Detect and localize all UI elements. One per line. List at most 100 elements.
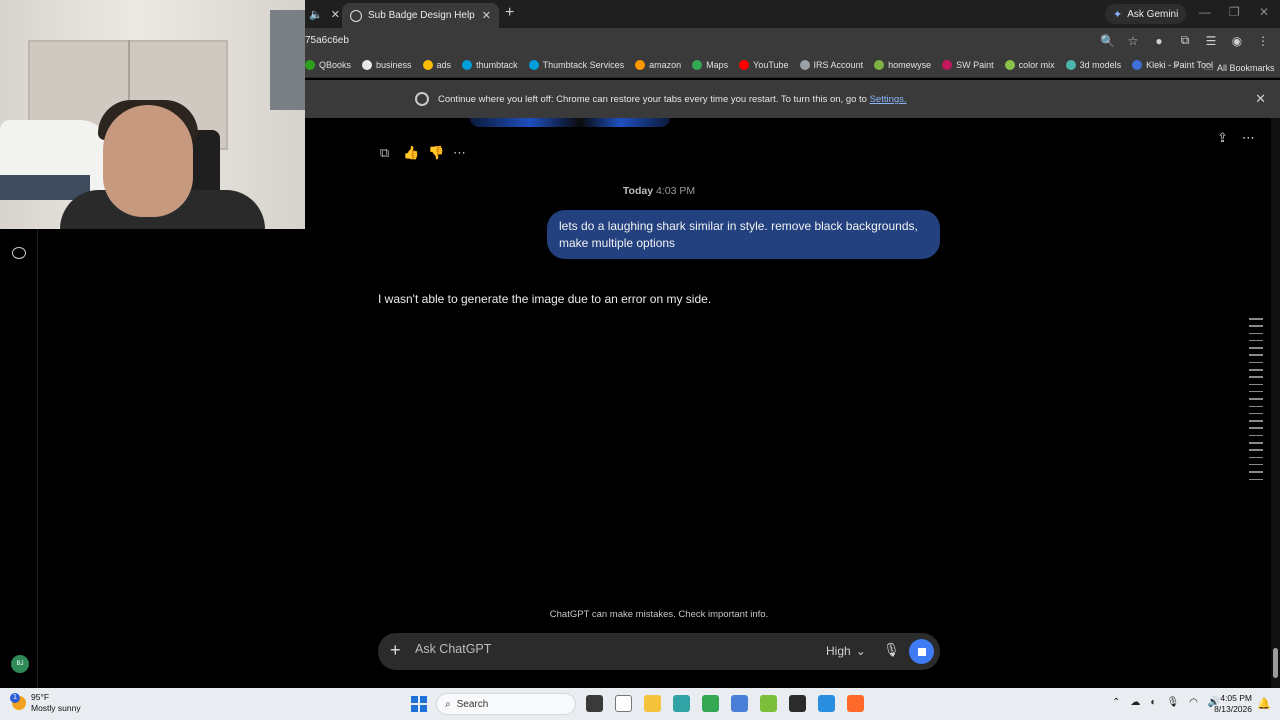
thumbs-down-icon[interactable]: 👎 [428,145,444,161]
bookmark-item[interactable]: Maps [692,60,728,70]
more-options-icon[interactable]: ⋯ [1242,130,1255,146]
file-explorer-icon[interactable] [644,695,661,712]
thumbs-up-icon[interactable]: 👍 [403,145,419,161]
extension-egg-icon[interactable]: ● [1152,34,1166,48]
chevron-up-icon[interactable]: ⌃ [1112,697,1120,708]
bookmark-item[interactable]: homewyse [874,60,931,70]
bookmark-item[interactable]: QBooks [305,60,351,70]
minimap-mark[interactable] [1249,390,1263,393]
minimap-mark[interactable] [1249,478,1263,481]
bookmark-item[interactable]: amazon [635,60,681,70]
minimap-mark[interactable] [1249,383,1263,386]
kebab-menu-icon[interactable]: ⋮ [1256,34,1270,48]
disclaimer-text: ChatGPT can make mistakes. Check importa… [549,609,769,620]
minimap-mark[interactable] [1249,376,1263,378]
page-scrollbar[interactable] [1271,118,1280,688]
bookmarks-overflow-button[interactable]: » [1173,60,1179,71]
minimap-mark[interactable] [1249,347,1263,349]
zoom-icon[interactable]: 🔍 [1100,34,1115,48]
minimap-mark[interactable] [1249,434,1263,437]
minimap-mark[interactable] [1249,398,1263,400]
close-icon[interactable]: ✕ [1255,91,1266,107]
minimap-mark[interactable] [1249,332,1263,335]
bookmark-item[interactable]: ads [422,60,451,70]
minimap-mark[interactable] [1249,471,1263,473]
profile-icon[interactable]: ◉ [1230,34,1244,48]
close-icon[interactable]: ✕ [482,9,491,22]
task-view-icon[interactable] [586,695,603,712]
minimize-icon[interactable]: — [1199,5,1211,19]
minimap-mark[interactable] [1249,420,1263,422]
wifi-icon[interactable]: ◠ [1189,697,1198,708]
tab-sub-badge-design-help[interactable]: Sub Badge Design Help ✕ [342,3,499,28]
speaker-icon[interactable]: 🔈 [309,8,323,21]
share-icon[interactable]: ⇪ [1217,130,1228,146]
bookmark-item[interactable]: YouTube [739,60,789,70]
timestamp-day: Today [622,185,654,197]
weather-widget[interactable]: 1 95°F Mostly sunny [10,692,81,714]
copy-icon[interactable]: ⧉ [378,145,391,161]
extensions-puzzle-icon[interactable]: ⧉ [1178,33,1192,48]
url-text[interactable]: 75a6c6eb [305,35,349,46]
windows-start-icon[interactable] [411,696,427,712]
minimap-mark[interactable] [1249,427,1263,429]
minimap-mark[interactable] [1249,318,1263,320]
stop-generating-button[interactable] [909,639,934,664]
bookmark-item[interactable]: color mix [1004,60,1055,70]
close-window-icon[interactable]: ✕ [1259,5,1269,19]
bookmark-item[interactable]: Thumbtack Services [528,60,624,70]
bookmark-star-icon[interactable]: ☆ [1126,34,1140,48]
notepad-icon[interactable] [615,695,632,712]
firefox-icon[interactable] [847,695,864,712]
all-bookmarks-button[interactable]: 🗀 All Bookmarks [1204,60,1275,76]
meet-icon[interactable]: ◐ [1150,697,1156,708]
minimap-mark[interactable] [1249,325,1263,327]
bookmark-item[interactable]: business [362,60,412,70]
taskbar-clock[interactable]: 4:05 PM 8/13/2026 [1212,693,1252,715]
add-attachment-plus-icon[interactable]: + [390,640,401,661]
bookmark-item[interactable]: thumbtack [462,60,518,70]
chrome-icon[interactable] [702,695,719,712]
minimap-mark[interactable] [1249,456,1263,459]
chrome-icon [415,92,429,106]
close-icon[interactable]: ✕ [331,8,340,21]
minimap-mark[interactable] [1249,442,1263,444]
bookmark-item[interactable]: 3d models [1065,60,1121,70]
paint-icon[interactable] [818,695,835,712]
reasoning-level-select[interactable]: High ⌄ [826,644,866,658]
microphone-icon[interactable]: 🎙 [883,642,900,658]
microphone-tray-icon[interactable]: 🎙 [1166,697,1179,708]
generated-image-fragment[interactable] [470,118,670,127]
notification-bell-icon[interactable]: 🔔 [1257,697,1271,710]
minimap-mark[interactable] [1249,369,1263,371]
layers-app-icon[interactable] [760,695,777,712]
onedrive-icon[interactable]: ☁ [1130,697,1140,708]
settings-link[interactable]: Settings. [870,94,907,105]
notepad-plus-icon[interactable] [731,695,748,712]
chat-composer: + High ⌄ 🎙 [378,633,940,670]
previous-tab[interactable]: 🔈 ✕ [305,0,340,28]
minimap-mark[interactable] [1249,449,1263,451]
tab-search-icon[interactable]: ☰ [1204,34,1218,48]
minimap-mark[interactable] [1249,361,1263,364]
minimap-mark[interactable] [1249,405,1263,408]
edge-icon[interactable] [673,695,690,712]
more-options-icon[interactable]: ⋯ [453,145,466,161]
chat-bubble-icon[interactable] [12,247,26,259]
new-tab-plus-icon[interactable]: + [505,4,514,22]
avatar[interactable]: BJ [11,655,29,673]
bookmark-favicon-icon [1004,60,1015,70]
restore-icon[interactable]: ❐ [1229,5,1240,19]
obs-icon[interactable] [789,695,806,712]
scrollbar-thumb[interactable] [1273,648,1278,678]
bookmark-item[interactable]: IRS Account [799,60,863,70]
minimap-mark[interactable] [1249,463,1263,466]
chat-input[interactable] [415,642,795,656]
taskbar-search[interactable]: ⌕ Search [436,693,576,715]
bookmark-item[interactable]: SW Paint [942,60,994,70]
minimap-mark[interactable] [1249,354,1263,356]
ask-gemini-button[interactable]: ✦ Ask Gemini [1105,4,1187,24]
minimap-mark[interactable] [1249,339,1263,342]
conversation-minimap[interactable] [1249,318,1263,486]
minimap-mark[interactable] [1249,412,1263,415]
